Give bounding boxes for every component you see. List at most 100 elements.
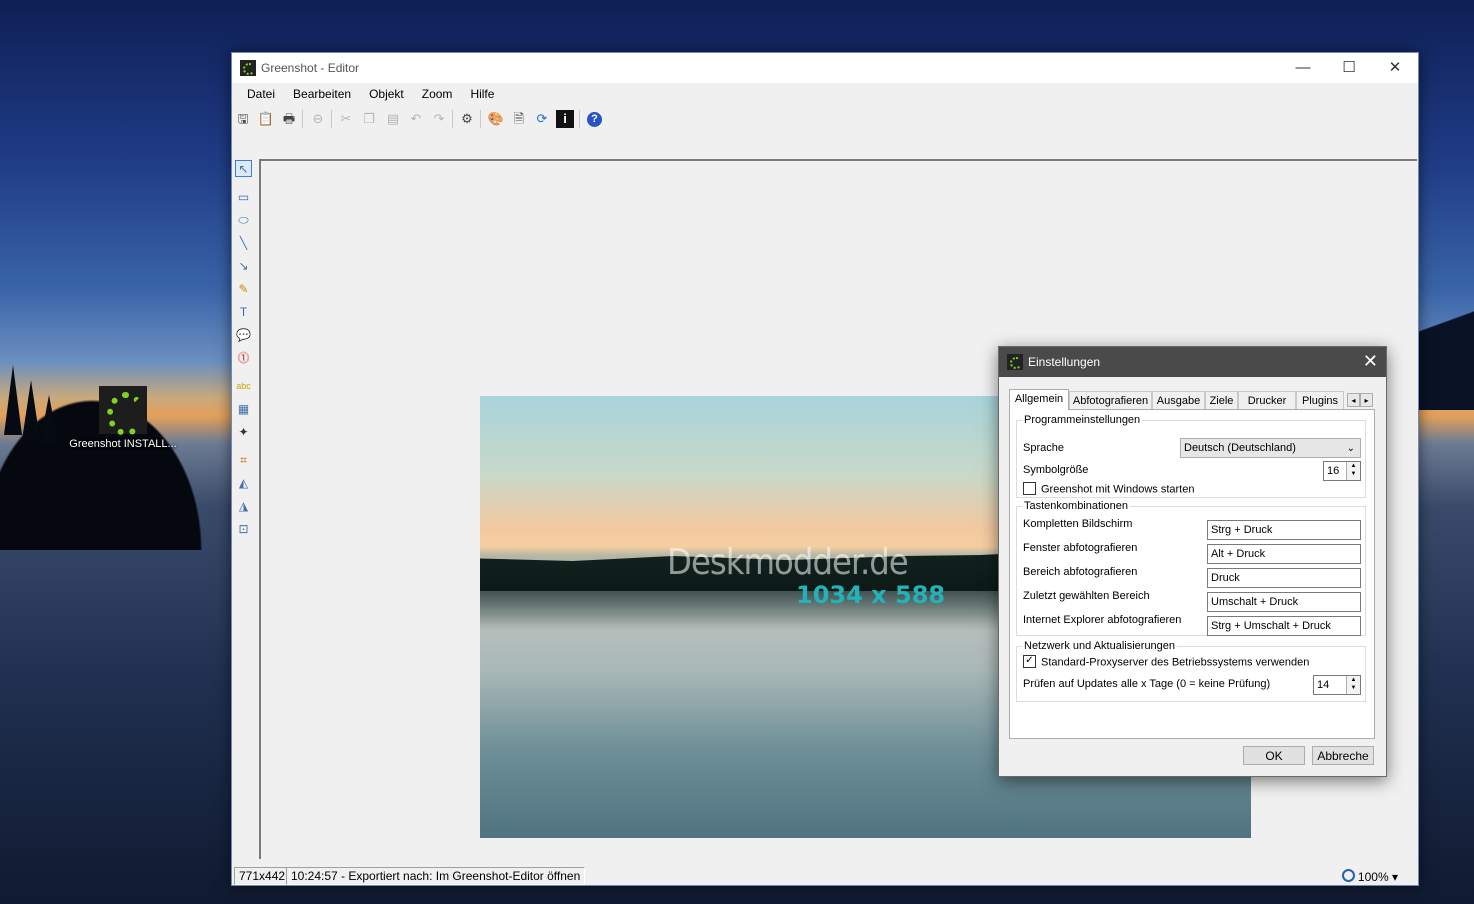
watermark-text: Deskmodder.de <box>667 542 909 583</box>
dialog-close-button[interactable]: ✕ <box>1363 351 1378 372</box>
delete-icon[interactable]: ⊖ <box>309 110 327 128</box>
hotkey-label: Internet Explorer abfotografieren <box>1023 614 1182 626</box>
greenshot-app-icon <box>1007 354 1023 370</box>
menu-bar: Datei Bearbeiten Objekt Zoom Hilfe <box>232 84 1418 106</box>
tab-scroll-buttons: ◂ ▸ <box>1347 392 1377 407</box>
group-legend: Programmeinstellungen <box>1024 414 1141 426</box>
arrow-icon[interactable]: ↘ <box>235 258 252 275</box>
menu-bearbeiten[interactable]: Bearbeiten <box>284 84 360 104</box>
update-interval-value: 14 <box>1317 679 1330 691</box>
checkbox-checked-icon: ✓ <box>1023 655 1036 668</box>
cut-icon[interactable]: ✂ <box>337 110 355 128</box>
cancel-button[interactable]: Abbreche <box>1312 746 1374 765</box>
menu-datei[interactable]: Datei <box>238 84 284 104</box>
image-dimensions-label: 1034 x 588 <box>796 581 946 609</box>
tab-scroll-right-button[interactable]: ▸ <box>1360 393 1373 407</box>
stepper-arrows-icon[interactable]: ▲ ▼ <box>1346 462 1360 480</box>
text-icon[interactable]: T <box>235 304 252 321</box>
highlight-icon[interactable]: abc <box>235 378 252 395</box>
rotate-left-icon[interactable]: ◭ <box>235 475 252 492</box>
zoom-icon <box>1341 869 1355 882</box>
group-legend: Netzwerk und Aktualisierungen <box>1024 640 1176 652</box>
maximize-button[interactable]: ☐ <box>1326 53 1372 83</box>
obfuscate-icon[interactable]: ▦ <box>235 401 252 418</box>
hotkey-label: Kompletten Bildschirm <box>1023 518 1133 530</box>
hotkey-ie-field[interactable]: Strg + Umschalt + Druck <box>1207 616 1361 636</box>
image-editor-icon[interactable]: 🎨 <box>487 110 505 128</box>
minimize-button[interactable]: — <box>1280 53 1326 83</box>
toolbar-separator <box>302 110 303 128</box>
toolbar: 🖫 📋 🖶 ⊖ ✂ ❐ ▤ ↶ ↷ ⚙ 🎨 🗎 ⟳ i ? <box>232 108 1418 132</box>
menu-hilfe[interactable]: Hilfe <box>461 84 503 104</box>
dialog-title-bar[interactable]: Einstellungen ✕ <box>999 347 1386 377</box>
paste-icon[interactable]: ▤ <box>384 110 402 128</box>
save-icon[interactable]: 🖫 <box>234 110 252 128</box>
zoom-value: 100% <box>1357 870 1389 884</box>
resize-icon[interactable]: ⊡ <box>235 521 252 538</box>
icon-size-stepper[interactable]: 16 ▲ ▼ <box>1323 461 1361 481</box>
info-icon[interactable]: i <box>556 110 574 128</box>
toolbar-separator <box>480 110 481 128</box>
update-interval-stepper[interactable]: 14 ▲ ▼ <box>1313 675 1361 695</box>
rectangle-icon[interactable]: ▭ <box>235 189 252 206</box>
settings-dialog: Einstellungen ✕ Allgemein Abfotografiere… <box>998 346 1387 777</box>
tab-plugins[interactable]: Plugins <box>1296 391 1344 409</box>
print-icon[interactable]: 🖶 <box>280 110 298 128</box>
close-button[interactable]: ✕ <box>1372 53 1418 83</box>
clipboard-icon[interactable]: 📋 <box>257 110 275 128</box>
hotkey-label: Fenster abfotografieren <box>1023 542 1138 554</box>
ok-button[interactable]: OK <box>1243 746 1305 765</box>
tab-ausgabe[interactable]: Ausgabe <box>1152 391 1205 409</box>
hotkey-last-region-field[interactable]: Umschalt + Druck <box>1207 592 1361 612</box>
group-legend: Tastenkombinationen <box>1024 500 1128 512</box>
desktop-icon-label: Greenshot INSTALL... <box>69 438 177 450</box>
greenshot-icon <box>99 386 147 436</box>
language-select[interactable]: Deutsch (Deutschland) ⌄ <box>1180 438 1361 458</box>
autostart-checkbox[interactable]: Greenshot mit Windows starten <box>1023 482 1194 496</box>
title-bar[interactable]: Greenshot - Editor — ☐ ✕ <box>232 53 1418 83</box>
ellipse-icon[interactable]: ⬭ <box>235 212 252 229</box>
counter-icon[interactable]: ⓵ <box>235 350 252 367</box>
tab-abfotografieren[interactable]: Abfotografieren <box>1069 391 1152 409</box>
crop-icon[interactable]: ⌗ <box>235 452 252 469</box>
dialog-title: Einstellungen <box>1028 355 1101 369</box>
undo-icon[interactable]: ↶ <box>407 110 425 128</box>
freehand-icon[interactable]: ✎ <box>235 281 252 298</box>
stepper-arrows-icon[interactable]: ▲ ▼ <box>1346 676 1360 694</box>
language-value: Deutsch (Deutschland) <box>1184 442 1296 454</box>
status-message: 10:24:57 - Exportiert nach: Im Greenshot… <box>286 867 586 885</box>
zoom-control[interactable]: 100% ▾ <box>1341 868 1398 884</box>
menu-zoom[interactable]: Zoom <box>413 84 462 104</box>
desktop-icon-greenshot-installer[interactable]: Greenshot INSTALL... <box>62 386 184 450</box>
redo-icon[interactable]: ↷ <box>430 110 448 128</box>
pointer-icon[interactable]: ↖ <box>235 160 252 177</box>
refresh-icon[interactable]: ⟳ <box>533 110 551 128</box>
copy-icon[interactable]: ❐ <box>360 110 378 128</box>
proxy-checkbox[interactable]: ✓ Standard-Proxyserver des Betriebssystem… <box>1023 655 1310 669</box>
proxy-label: Standard-Proxyserver des Betriebssystems… <box>1041 656 1310 669</box>
group-network: Netzwerk und Aktualisierungen ✓ Standard-… <box>1016 640 1366 702</box>
settings-icon[interactable]: ⚙ <box>458 110 476 128</box>
tab-drucker[interactable]: Drucker <box>1238 391 1296 409</box>
tab-ziele[interactable]: Ziele <box>1205 391 1238 409</box>
tab-page-allgemein: Programmeinstellungen Sprache Deutsch (D… <box>1009 409 1375 739</box>
desktop-tree <box>4 365 22 435</box>
tab-allgemein[interactable]: Allgemein <box>1009 389 1069 410</box>
checkbox-box <box>1023 482 1036 495</box>
toolbar-separator <box>452 110 453 128</box>
help-icon[interactable]: ? <box>587 112 602 127</box>
icon-size-value: 16 <box>1327 465 1340 477</box>
desktop-tree <box>22 380 40 440</box>
document-icon[interactable]: 🗎 <box>510 110 528 128</box>
hotkey-window-field[interactable]: Alt + Druck <box>1207 544 1361 564</box>
tab-scroll-left-button[interactable]: ◂ <box>1347 393 1360 407</box>
hotkey-fullscreen-field[interactable]: Strg + Druck <box>1207 520 1361 540</box>
desktop-hill-right <box>1414 290 1474 410</box>
menu-objekt[interactable]: Objekt <box>360 84 413 104</box>
effects-icon[interactable]: ✦ <box>235 424 252 441</box>
speechbubble-icon[interactable]: 💬 <box>235 327 252 344</box>
hotkey-region-field[interactable]: Druck <box>1207 568 1361 588</box>
hotkey-label: Bereich abfotografieren <box>1023 566 1138 578</box>
line-icon[interactable]: ╲ <box>235 235 252 252</box>
rotate-right-icon[interactable]: ◮ <box>235 498 252 515</box>
